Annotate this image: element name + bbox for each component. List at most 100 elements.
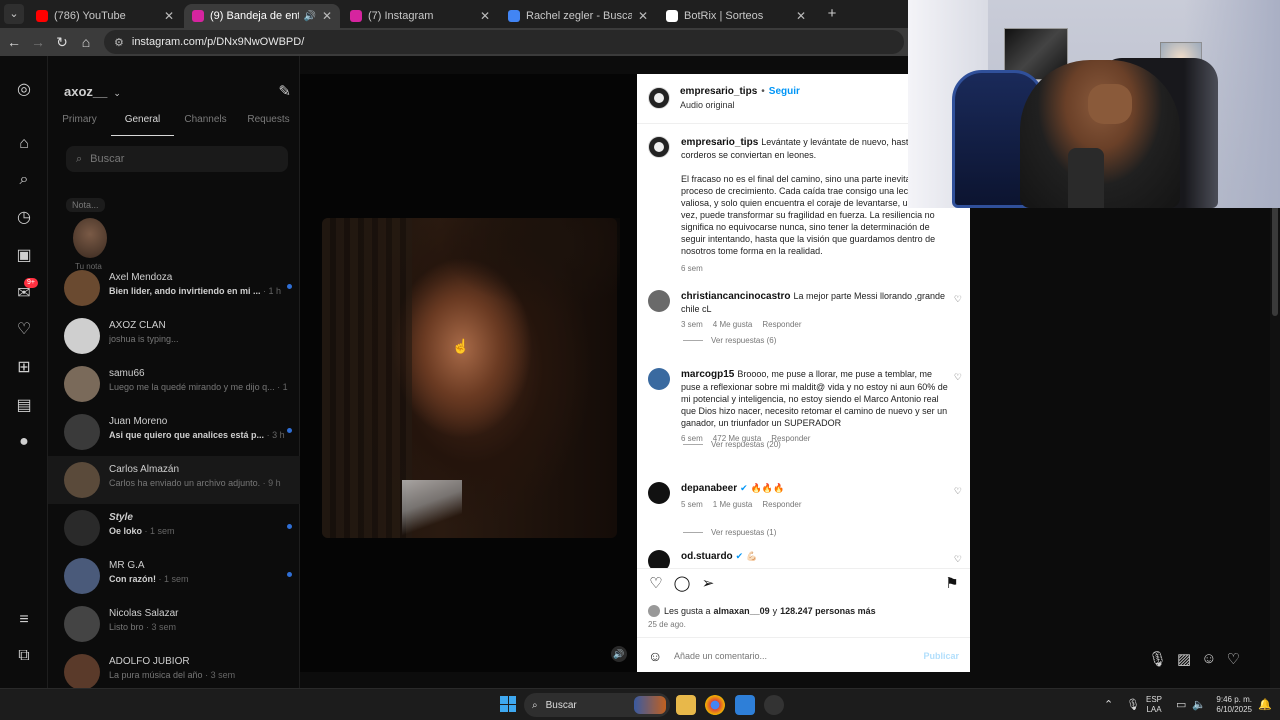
tab-google-search[interactable]: Rachel zegler - Buscar con Google ✕ — [500, 4, 656, 28]
messages-icon[interactable]: ✉ 9+ — [14, 278, 38, 304]
conversation-row[interactable]: ADOLFO JUBIOR La pura música del año · 3 … — [48, 648, 300, 688]
volume-icon[interactable]: 🔊 — [611, 646, 627, 662]
caption-author[interactable]: empresario_tips — [681, 137, 758, 148]
publish-button[interactable]: Publicar — [923, 651, 959, 661]
like-heart-icon[interactable]: ♡ — [647, 575, 665, 593]
site-info-icon[interactable]: ⚙ — [114, 36, 124, 49]
new-tab-button[interactable]: + — [822, 4, 842, 24]
speaker-icon[interactable]: 🔊 — [303, 11, 315, 22]
search-input[interactable]: ⌕ Buscar — [66, 146, 288, 172]
conversation-row[interactable]: Carlos Almazán Carlos ha enviado un archi… — [48, 456, 300, 504]
instagram-logo-icon[interactable]: ◎ — [14, 80, 34, 100]
reply-button[interactable]: Responder — [762, 499, 801, 511]
share-icon[interactable]: ➢ — [699, 575, 717, 593]
bookmark-icon[interactable]: ⚑ — [943, 575, 961, 593]
author-avatar[interactable] — [648, 87, 670, 109]
close-icon[interactable]: ✕ — [796, 9, 806, 23]
language-indicator[interactable]: ESP LAA — [1146, 695, 1162, 715]
follow-button[interactable]: Seguir — [769, 86, 800, 97]
image-icon[interactable]: ▨ — [1177, 650, 1191, 668]
heart-icon[interactable]: ♡ — [1227, 650, 1240, 668]
tab-general[interactable]: General — [111, 114, 174, 136]
home-icon[interactable]: ⌂ — [14, 134, 34, 154]
comment-username[interactable]: depanabeer — [681, 483, 737, 494]
app-icon[interactable] — [764, 695, 784, 715]
threads-icon[interactable]: ⧉ — [14, 646, 34, 666]
profile-avatar[interactable]: ● — [14, 432, 34, 452]
tab-channels[interactable]: Channels — [174, 114, 237, 136]
notepad-icon[interactable] — [735, 695, 755, 715]
conversation-row[interactable]: samu66 Luego me la quedé mirando y me dij… — [48, 360, 300, 408]
back-icon[interactable]: ← — [4, 32, 24, 52]
tab-primary[interactable]: Primary — [48, 114, 111, 136]
notifications-heart-icon[interactable]: ♡ — [14, 320, 34, 340]
likes-user[interactable]: almaxan__09 — [714, 606, 770, 616]
conversation-row[interactable]: Nicolas Salazar Listo bro · 3 sem — [48, 600, 300, 648]
sticker-icon[interactable]: ☺ — [1201, 650, 1216, 668]
likes-count[interactable]: 128.247 personas más — [780, 606, 876, 616]
commenter-avatar[interactable] — [648, 368, 670, 390]
tab-botrix[interactable]: BotRix | Sorteos ✕ — [658, 4, 814, 28]
microphone-icon[interactable]: 🎙 — [1148, 650, 1167, 668]
dashboard-icon[interactable]: ▤ — [14, 396, 34, 416]
note-avatar[interactable] — [73, 218, 107, 258]
close-icon[interactable]: ✕ — [164, 9, 174, 23]
conversation-row[interactable]: MR G.A Con razón! · 1 sem — [48, 552, 300, 600]
address-bar[interactable]: ⚙ instagram.com/p/DNx9NwOWBPD/ — [104, 30, 904, 54]
comment-like-heart-icon[interactable]: ♡ — [954, 294, 962, 305]
menu-icon[interactable]: ≡ — [14, 610, 34, 630]
author-username[interactable]: empresario_tips — [680, 86, 757, 97]
new-message-icon[interactable]: ✎ — [278, 82, 291, 100]
windows-start-icon[interactable] — [500, 696, 516, 712]
microphone-icon[interactable]: 🎙 — [1126, 698, 1140, 711]
forward-icon[interactable]: → — [28, 32, 48, 52]
clock[interactable]: 9:46 p. m. 6/10/2025 — [1206, 695, 1252, 715]
comment-like-heart-icon[interactable]: ♡ — [954, 486, 962, 497]
audio-label[interactable]: Audio original — [680, 100, 735, 110]
explore-icon[interactable]: ◷ — [14, 208, 34, 228]
comment-like-heart-icon[interactable]: ♡ — [954, 372, 962, 383]
post-video[interactable]: ☝ 🔊 — [300, 74, 637, 672]
network-icon[interactable]: ▭ — [1176, 698, 1186, 711]
commenter-avatar[interactable] — [648, 290, 670, 312]
chrome-icon[interactable] — [705, 695, 725, 715]
emoji-icon[interactable]: ☺ — [648, 648, 662, 664]
reply-button[interactable]: Responder — [762, 319, 801, 331]
comment-username[interactable]: christiancancinocastro — [681, 291, 790, 302]
close-icon[interactable]: ✕ — [322, 9, 332, 23]
tab-youtube[interactable]: (786) YouTube ✕ — [28, 4, 182, 28]
view-replies-link[interactable]: Ver respuestas (6) — [683, 336, 776, 345]
reload-icon[interactable]: ↻ — [52, 32, 72, 52]
notification-bell-icon[interactable]: 🔔 — [1258, 698, 1272, 711]
tab-instagram[interactable]: (7) Instagram ✕ — [342, 4, 498, 28]
conversation-row[interactable]: Juan Moreno Asi que quiero que analices e… — [48, 408, 300, 456]
comment-likes[interactable]: 4 Me gusta — [713, 319, 753, 331]
close-icon[interactable]: ✕ — [480, 9, 490, 23]
conversation-row[interactable]: Axel Mendoza Bien lider, ando invirtiendo… — [48, 264, 300, 312]
comment-icon[interactable]: ◯ — [673, 575, 691, 593]
create-icon[interactable]: ⊞ — [14, 358, 34, 378]
comment-username[interactable]: marcogp15 — [681, 369, 734, 380]
caption-avatar[interactable] — [648, 136, 670, 158]
reels-icon[interactable]: ▣ — [14, 246, 34, 266]
conversation-row[interactable]: Style Oe loko · 1 sem — [48, 504, 300, 552]
close-icon[interactable]: ✕ — [638, 9, 648, 23]
chevron-up-icon[interactable]: ⌃ — [1104, 698, 1113, 711]
account-switcher[interactable]: axoz__ ⌄ — [64, 84, 121, 99]
file-explorer-icon[interactable] — [676, 695, 696, 715]
home-icon[interactable]: ⌂ — [76, 32, 96, 52]
tab-search-icon[interactable]: ⌄ — [4, 4, 24, 24]
comment-username[interactable]: od.stuardo — [681, 551, 733, 562]
note-bubble[interactable]: Nota... — [66, 198, 105, 212]
speaker-icon[interactable]: 🔈 — [1192, 698, 1206, 711]
comment-like-heart-icon[interactable]: ♡ — [954, 554, 962, 565]
taskbar-search[interactable]: ⌕ Buscar — [524, 693, 670, 717]
comment-input[interactable]: Añade un comentario... — [674, 651, 767, 661]
conversation-row[interactable]: AXOZ CLAN joshua is typing... — [48, 312, 300, 360]
commenter-avatar[interactable] — [648, 482, 670, 504]
view-replies-link[interactable]: Ver respuestas (20) — [683, 440, 781, 449]
view-replies-link[interactable]: Ver respuestas (1) — [683, 528, 776, 537]
tab-requests[interactable]: Requests — [237, 114, 300, 136]
tab-instagram-inbox[interactable]: (9) Bandeja de entrada • Chats 🔊 ✕ — [184, 4, 340, 28]
search-icon[interactable]: ⌕ — [14, 170, 34, 190]
